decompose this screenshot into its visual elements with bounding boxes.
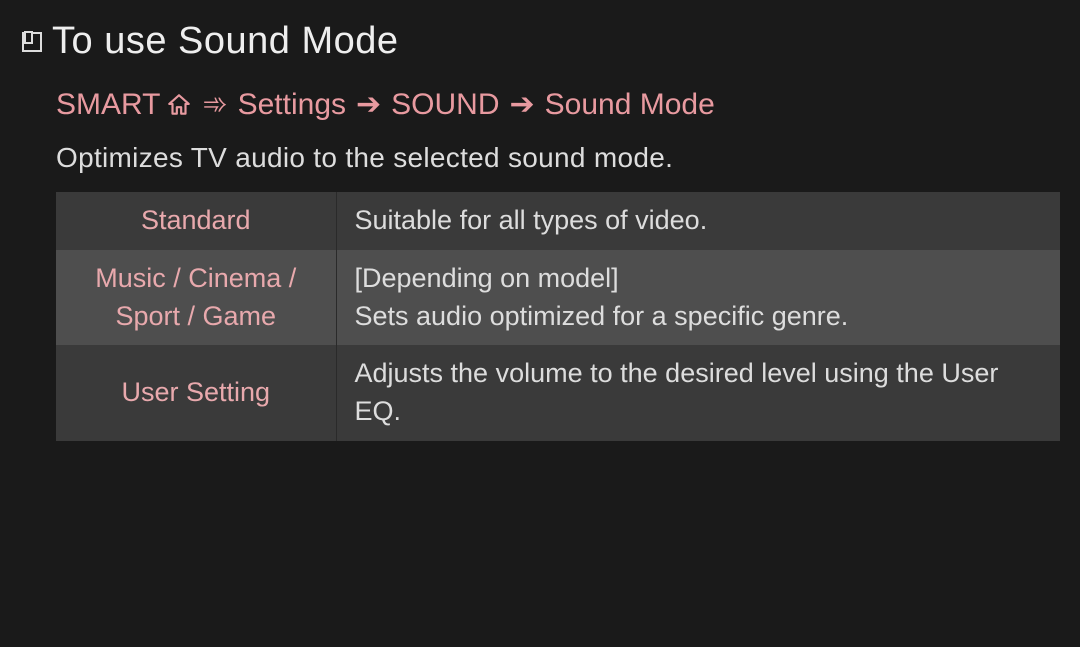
arrow-icon: ➾	[202, 87, 227, 122]
bookmark-icon	[20, 30, 44, 54]
page-title-row: To use Sound Mode	[20, 20, 1060, 63]
table-row: Music / Cinema / Sport / Game [Depending…	[56, 250, 1060, 346]
mode-description: Suitable for all types of video.	[336, 192, 1060, 250]
mode-description: [Depending on model] Sets audio optimize…	[336, 250, 1060, 346]
mode-description: Adjusts the volume to the desired level …	[336, 345, 1060, 441]
page-title: To use Sound Mode	[52, 20, 399, 63]
breadcrumb-settings: Settings	[238, 88, 346, 122]
breadcrumb-smart: SMART	[56, 88, 160, 122]
mode-name: User Setting	[56, 345, 336, 441]
home-icon	[166, 92, 192, 118]
breadcrumb-sound: SOUND	[391, 88, 499, 122]
description-text: Optimizes TV audio to the selected sound…	[56, 142, 1060, 174]
arrow-icon: ➔	[356, 87, 381, 122]
table-row: Standard Suitable for all types of video…	[56, 192, 1060, 250]
table-row: User Setting Adjusts the volume to the d…	[56, 345, 1060, 441]
sound-modes-table: Standard Suitable for all types of video…	[56, 192, 1060, 441]
arrow-icon: ➔	[510, 87, 535, 122]
breadcrumb-sound-mode: Sound Mode	[545, 88, 715, 122]
mode-name: Music / Cinema / Sport / Game	[56, 250, 336, 346]
breadcrumb: SMART ➾ Settings ➔ SOUND ➔ Sound Mode	[56, 87, 1060, 122]
mode-name: Standard	[56, 192, 336, 250]
